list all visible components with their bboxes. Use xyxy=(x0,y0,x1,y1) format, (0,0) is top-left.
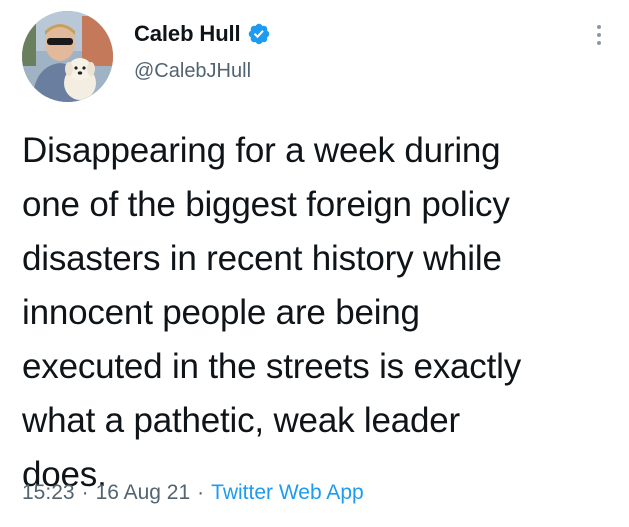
more-options-icon[interactable] xyxy=(589,21,609,51)
tweet-header: Caleb Hull @CalebJHull xyxy=(22,11,615,105)
tweet-source-link[interactable]: Twitter Web App xyxy=(211,481,364,505)
tweet-meta: 15:23 · 16 Aug 21 · Twitter Web App xyxy=(22,481,364,505)
tweet-text-line: one of the biggest foreign policy xyxy=(22,185,510,224)
tweet-card: Caleb Hull @CalebJHull Disappearing for … xyxy=(0,0,629,527)
tweet-text-line: Disappearing for a week during xyxy=(22,131,501,170)
name-row: Caleb Hull xyxy=(134,19,271,49)
tweet-text: Disappearing for a week during one of th… xyxy=(22,124,622,502)
tweet-date[interactable]: 16 Aug 21 xyxy=(96,481,191,505)
author-handle[interactable]: @CalebJHull xyxy=(134,60,271,83)
tweet-text-line: executed in the streets is exactly xyxy=(22,347,522,386)
more-dot xyxy=(597,25,601,29)
avatar-photo-icon xyxy=(22,11,113,102)
tweet-text-line: innocent people are being xyxy=(22,293,420,332)
meta-separator: · xyxy=(81,481,89,504)
more-dot xyxy=(597,41,601,45)
meta-separator: · xyxy=(197,481,205,504)
verified-badge-icon xyxy=(247,22,271,46)
tweet-time[interactable]: 15:23 xyxy=(22,481,75,505)
author-display-name[interactable]: Caleb Hull xyxy=(134,21,241,47)
more-dot xyxy=(597,33,601,37)
tweet-text-line: disasters in recent history while xyxy=(22,239,502,278)
avatar[interactable] xyxy=(22,11,113,102)
tweet-text-line: what a pathetic, weak leader xyxy=(22,401,461,440)
author-identity: Caleb Hull @CalebJHull xyxy=(134,19,271,83)
